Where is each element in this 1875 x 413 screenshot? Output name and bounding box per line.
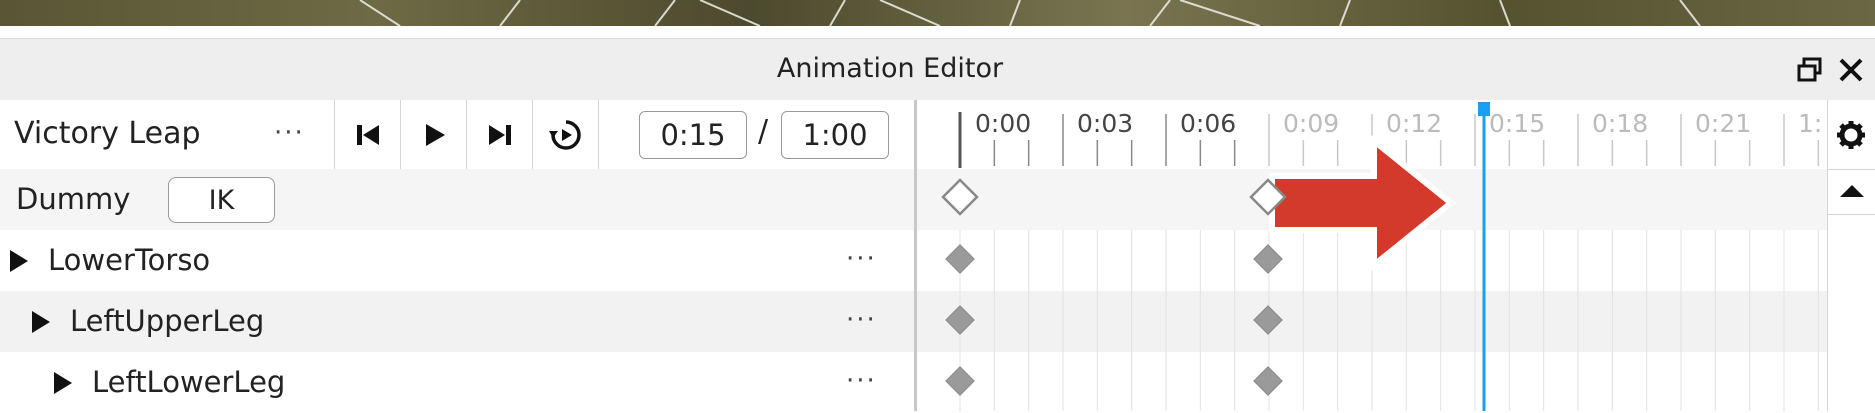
timeline-panel[interactable]: 0:00 0:03 0:06 0:09 0:12 0:15 0:18 0:21 … — [917, 100, 1827, 411]
track-list-panel: Victory Leap ··· 0:15 / 1:00 Dummy IK Lo… — [0, 100, 914, 413]
window-title: Animation Editor — [776, 53, 1004, 84]
restore-window-icon[interactable] — [1795, 55, 1825, 85]
ik-button[interactable]: IK — [168, 177, 275, 223]
expand-icon[interactable] — [54, 372, 72, 394]
track-label: LeftUpperLeg — [70, 304, 265, 338]
triangle-up-icon — [1840, 185, 1864, 197]
rig-name: Dummy — [16, 182, 131, 216]
close-icon[interactable] — [1836, 55, 1866, 85]
timeline-side-column — [1827, 100, 1875, 411]
viewport-background — [0, 0, 1875, 26]
rig-row: Dummy IK — [0, 169, 914, 230]
track-more-button[interactable]: ··· — [846, 305, 877, 335]
toolbar-separator — [598, 100, 600, 169]
track-row[interactable]: LeftUpperLeg ··· — [0, 291, 914, 352]
animation-name[interactable]: Victory Leap — [14, 116, 201, 151]
terrain-grid — [359, 0, 1701, 26]
loop-button[interactable] — [532, 100, 599, 169]
track-row[interactable]: LowerTorso ··· — [0, 230, 914, 291]
animation-more-button[interactable]: ··· — [274, 118, 305, 148]
track-label: LeftLowerLeg — [92, 365, 286, 399]
expand-icon[interactable] — [10, 250, 28, 272]
editor-titlebar: Animation Editor — [0, 38, 1875, 101]
play-icon — [426, 123, 445, 146]
scroll-up-button[interactable] — [1828, 169, 1875, 215]
end-time-input[interactable]: 1:00 — [781, 111, 889, 159]
loop-icon — [549, 119, 581, 150]
track-label: LowerTorso — [48, 243, 211, 277]
playback-toolbar: Victory Leap ··· 0:15 / 1:00 — [0, 100, 914, 170]
skip-to-start-button[interactable] — [334, 100, 401, 169]
timeline-canvas — [917, 102, 1827, 411]
track-row[interactable]: LeftLowerLeg ··· — [0, 352, 914, 413]
time-separator: / — [758, 114, 769, 149]
play-button[interactable] — [400, 100, 467, 169]
track-more-button[interactable]: ··· — [846, 366, 877, 396]
current-time-input[interactable]: 0:15 — [639, 111, 747, 159]
settings-gear-icon[interactable] — [1836, 120, 1866, 154]
expand-icon[interactable] — [32, 311, 50, 333]
skip-to-start-icon — [357, 124, 379, 145]
skip-to-end-button[interactable] — [466, 100, 533, 169]
track-more-button[interactable]: ··· — [846, 244, 877, 274]
skip-to-end-icon — [489, 124, 511, 145]
